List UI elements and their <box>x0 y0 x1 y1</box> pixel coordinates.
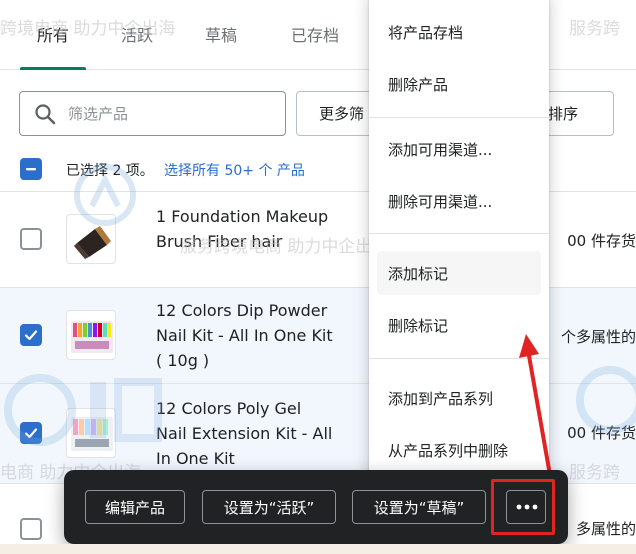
set-active-button[interactable]: 设置为“活跃” <box>202 490 336 524</box>
product-thumbnail <box>66 214 116 264</box>
annotation-arrow-icon <box>519 334 552 477</box>
menu-item-delete-products[interactable]: 删除产品 <box>377 62 541 106</box>
menu-item-archive-products[interactable]: 将产品存档 <box>377 10 541 54</box>
tab-all[interactable]: 所有 <box>20 22 86 70</box>
search-input[interactable] <box>68 102 278 126</box>
active-tab-indicator <box>20 67 86 70</box>
inventory-text: 00 件存货 <box>567 232 636 250</box>
more-filters-label: 更多筛 <box>319 105 365 123</box>
product-thumbnail <box>66 408 116 458</box>
set-draft-button[interactable]: 设置为“草稿” <box>352 490 486 524</box>
page-bottom-strip <box>0 544 636 554</box>
nail-kit-image <box>71 321 113 353</box>
search-icon <box>35 104 56 125</box>
row-checkbox[interactable] <box>20 422 42 444</box>
inventory-text: 多属性的 <box>575 520 636 538</box>
tab-label: 已存档 <box>290 26 339 45</box>
menu-item-add-tags[interactable]: 添加标记 <box>377 251 541 295</box>
menu-item-remove-channels[interactable]: 删除可用渠道... <box>377 179 541 223</box>
row-checkbox[interactable] <box>20 518 42 540</box>
checkmark-icon <box>24 428 38 439</box>
poly-gel-kit-image <box>71 417 113 451</box>
menu-item-add-channels[interactable]: 添加可用渠道... <box>377 127 541 171</box>
select-all-products-link[interactable]: 选择所有 50+ 个 产品 <box>164 160 305 180</box>
product-search-box[interactable] <box>19 91 286 136</box>
products-panel: 所有 活跃 草稿 已存档 更多筛 ，排序 已选择 2 项。 <box>0 0 636 554</box>
annotation-highlight-box <box>491 479 555 535</box>
product-name[interactable]: 12 Colors Dip Powder Nail Kit - All In O… <box>156 298 336 373</box>
edit-products-button[interactable]: 编辑产品 <box>85 490 185 524</box>
checkmark-icon <box>24 330 38 341</box>
inventory-text: 个多属性的 <box>560 328 636 346</box>
product-name[interactable]: 12 Colors Poly Gel Nail Extension Kit - … <box>156 396 336 471</box>
product-thumbnail <box>66 310 116 360</box>
makeup-brush-image <box>74 226 111 259</box>
select-all-checkbox[interactable] <box>20 158 42 180</box>
tab-label: 所有 <box>36 26 69 45</box>
tab-label: 草稿 <box>204 26 237 45</box>
menu-divider <box>369 117 549 118</box>
row-checkbox[interactable] <box>20 324 42 346</box>
tab-active[interactable]: 活跃 <box>104 22 170 70</box>
selected-count-text: 已选择 2 项。 <box>66 163 154 179</box>
tab-archived[interactable]: 已存档 <box>276 22 354 70</box>
menu-divider <box>369 233 549 234</box>
indeterminate-icon <box>26 168 36 171</box>
inventory-text: 00 件存货 <box>567 424 636 442</box>
tab-label: 活跃 <box>120 26 153 45</box>
row-checkbox[interactable] <box>20 228 42 250</box>
tab-draft[interactable]: 草稿 <box>188 22 254 70</box>
product-name[interactable]: 1 Foundation Makeup Brush Fiber hair <box>156 204 336 254</box>
